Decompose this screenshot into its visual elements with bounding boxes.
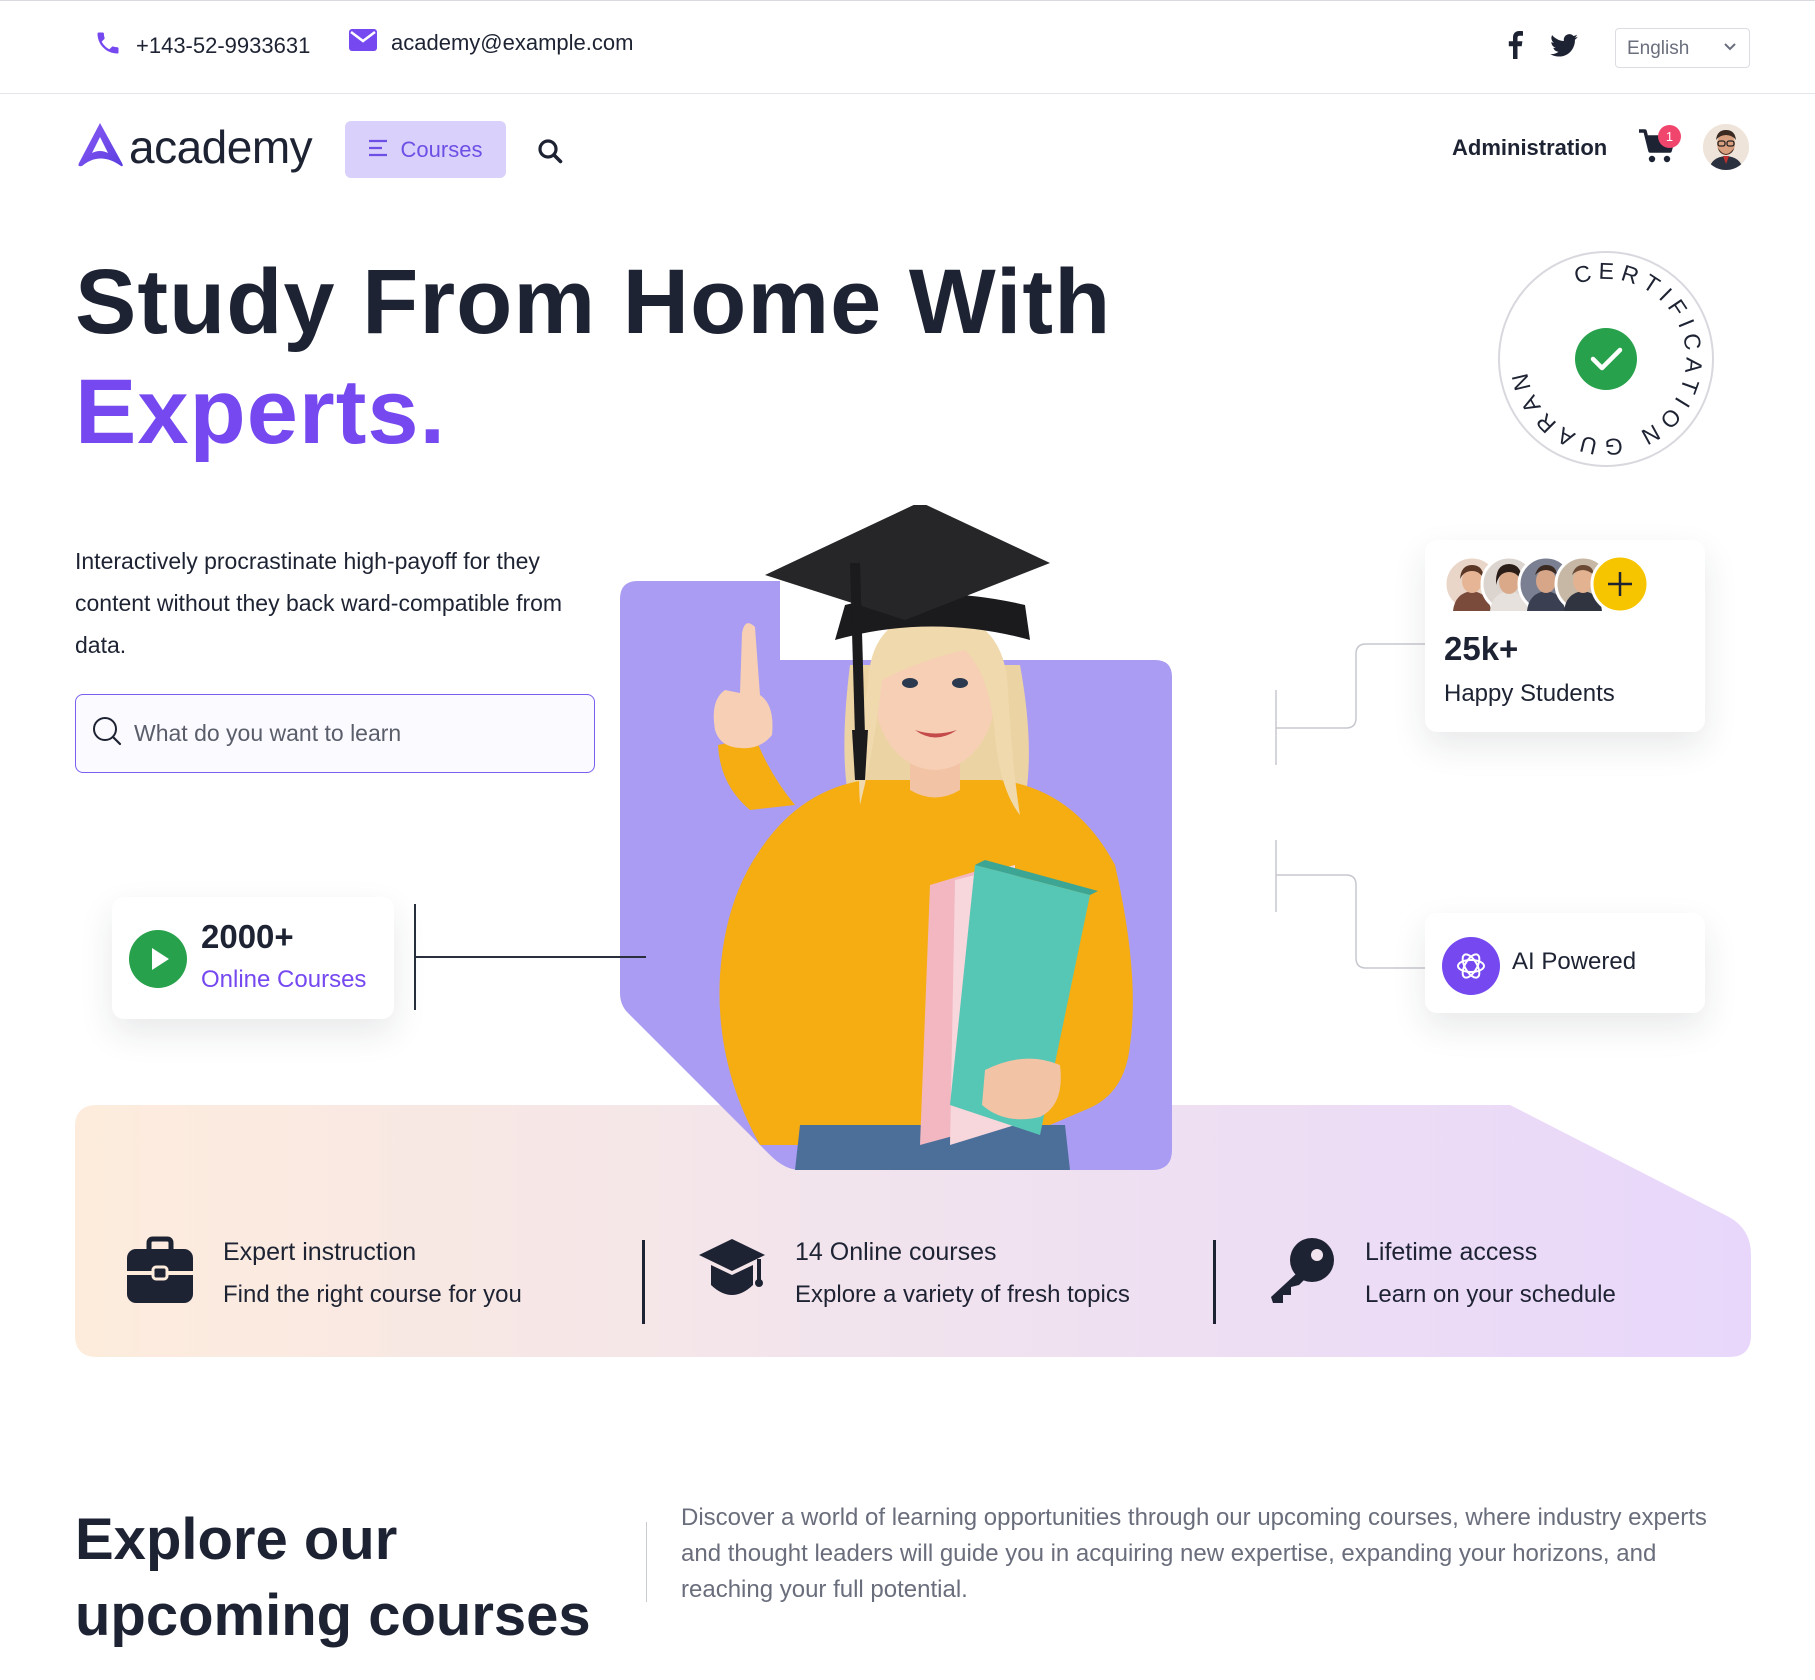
administration-link[interactable]: Administration — [1452, 135, 1607, 161]
cart-count-badge: 1 — [1658, 125, 1681, 148]
explore-divider — [646, 1522, 647, 1602]
mail-icon — [349, 29, 377, 57]
logo-text: academy — [129, 121, 313, 173]
courses-label: Online Courses — [201, 966, 367, 993]
feature-lifetime-access: Lifetime access Learn on your schedule — [1267, 1235, 1616, 1310]
feature-divider — [642, 1240, 645, 1324]
feature-subtitle: Find the right course for you — [223, 1281, 522, 1308]
courses-count: 2000+ — [201, 918, 294, 955]
explore-title: Explore our upcoming courses — [75, 1507, 591, 1648]
logo[interactable]: academy — [75, 120, 313, 174]
play-icon — [129, 930, 187, 993]
courses-label: Courses — [400, 136, 483, 162]
language-select[interactable]: English — [1615, 28, 1750, 68]
key-icon — [1267, 1235, 1337, 1310]
phone-number: +143-52-9933631 — [136, 33, 311, 58]
email-address: academy@example.com — [391, 30, 634, 55]
hero-search-bar[interactable] — [75, 694, 595, 773]
menu-lines-icon — [368, 137, 389, 163]
feature-online-courses: 14 Online courses Explore a variety of f… — [697, 1235, 1130, 1310]
hero-title: Study From Home With — [75, 251, 1112, 353]
email-contact[interactable]: academy@example.com — [349, 29, 633, 57]
students-label: Happy Students — [1444, 680, 1615, 707]
courses-menu-button[interactable]: Courses — [345, 121, 506, 178]
briefcase-icon — [125, 1235, 195, 1310]
feature-subtitle: Explore a variety of fresh topics — [795, 1281, 1130, 1308]
happy-students-card: 25k+ Happy Students — [1425, 540, 1705, 732]
chevron-down-icon — [1723, 37, 1737, 59]
feature-divider — [1213, 1240, 1216, 1324]
add-student-icon — [1590, 554, 1650, 614]
ai-icon — [1442, 937, 1500, 1000]
feature-title: Expert instruction — [223, 1238, 417, 1266]
language-value: English — [1627, 38, 1690, 59]
feature-title: 14 Online courses — [795, 1238, 997, 1266]
explore-description: Discover a world of learning opportuniti… — [681, 1504, 1707, 1603]
feature-expert-instruction: Expert instruction Find the right course… — [125, 1235, 522, 1310]
phone-contact[interactable]: +143-52-9933631 — [94, 29, 310, 63]
logo-mark-icon — [75, 121, 125, 174]
user-avatar[interactable] — [1703, 124, 1749, 170]
students-count: 25k+ — [1444, 630, 1519, 667]
hero-search-input[interactable] — [134, 720, 574, 747]
graduation-cap-icon — [697, 1235, 767, 1310]
top-bar: +143-52-9933631 academy@example.com Engl… — [0, 0, 1815, 94]
connector-lines-right — [1275, 643, 1434, 969]
hero-student-illustration — [620, 505, 1172, 1170]
twitter-icon[interactable] — [1550, 34, 1578, 62]
search-icon — [92, 716, 122, 751]
certification-guarantee-badge: CERTIFICATION GUARANTEE — [1486, 229, 1715, 468]
feature-subtitle: Learn on your schedule — [1365, 1281, 1616, 1308]
phone-icon — [94, 29, 122, 63]
student-avatars — [1443, 554, 1653, 617]
hero-title-highlight: Experts. — [75, 361, 447, 463]
facebook-icon[interactable] — [1507, 31, 1523, 64]
search-icon[interactable] — [537, 138, 563, 169]
feature-title: Lifetime access — [1365, 1238, 1538, 1266]
online-courses-card: 2000+ Online Courses — [112, 897, 394, 1019]
hero-description: Interactively procrastinate high-payoff … — [75, 548, 563, 658]
ai-powered-card: AI Powered — [1425, 913, 1705, 1013]
connector-lines-left — [414, 904, 646, 1010]
ai-label: AI Powered — [1512, 948, 1637, 975]
